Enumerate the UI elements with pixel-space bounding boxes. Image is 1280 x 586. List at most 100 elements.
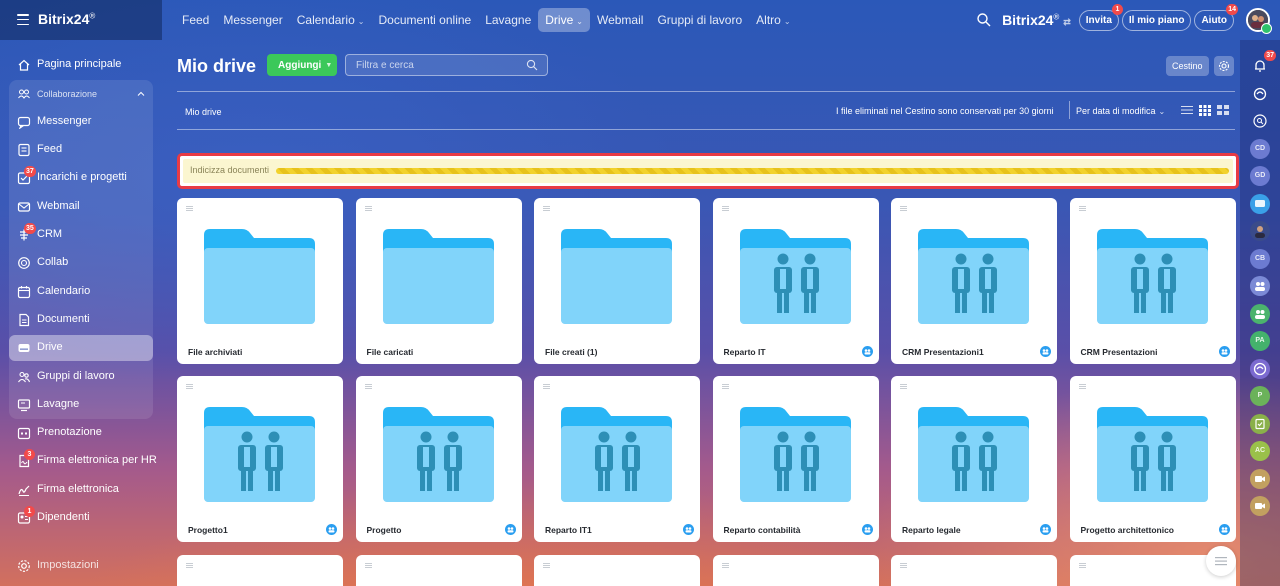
sidebar-item-feed[interactable]: Feed (9, 137, 153, 163)
folder-tile[interactable] (355, 555, 522, 586)
topnav-gruppi-di-lavoro[interactable]: Gruppi di lavoro (650, 8, 749, 32)
folder-tile[interactable]: Progetto (355, 376, 522, 542)
tile-menu-icon[interactable] (900, 384, 907, 389)
topnav-messenger[interactable]: Messenger (216, 8, 289, 32)
rail-avatar-photo[interactable] (1250, 221, 1270, 241)
topnav-documenti-online[interactable]: Documenti online (371, 8, 478, 32)
folder-tile[interactable] (891, 555, 1057, 586)
sidebar-item-collab[interactable]: Collab (9, 250, 153, 276)
topnav-feed[interactable]: Feed (175, 8, 216, 32)
tile-menu-icon[interactable] (186, 206, 193, 211)
folder-tile[interactable]: File archiviati (177, 198, 343, 364)
rail-avatar-pa[interactable]: PA (1250, 331, 1270, 351)
sidebar-item-pagina-principale[interactable]: Pagina principale (9, 52, 153, 78)
topnav-altro[interactable]: Altro ⌄ (749, 8, 797, 32)
rail-chat-icon[interactable] (1250, 193, 1270, 214)
folder-tile[interactable]: Reparto contabilità (712, 376, 879, 542)
folder-tile[interactable] (177, 555, 343, 586)
folder-tile[interactable]: File caricati (355, 198, 522, 364)
feedback-menu-button[interactable] (1206, 546, 1236, 576)
trash-button[interactable]: Cestino (1166, 56, 1209, 76)
folder-tile[interactable] (534, 555, 700, 586)
sidebar-item-messenger[interactable]: Messenger (9, 109, 153, 135)
tile-menu-icon[interactable] (543, 563, 550, 568)
switch-icon[interactable]: ⇄ (1063, 17, 1071, 27)
tile-menu-icon[interactable] (721, 563, 729, 568)
list-view-icon[interactable] (1181, 104, 1193, 116)
large-tiles-view-icon[interactable] (1217, 104, 1229, 116)
tile-menu-icon[interactable] (1078, 563, 1086, 568)
rail-copilot-icon-2[interactable] (1250, 358, 1270, 379)
rail-group-icon-1[interactable] (1250, 276, 1270, 296)
sidebar-item-calendario[interactable]: Calendario (9, 279, 153, 305)
add-button[interactable]: Aggiungi ▼ (267, 54, 337, 76)
rail-video-icon-1[interactable] (1250, 468, 1270, 489)
topnav-lavagne[interactable]: Lavagne (478, 8, 538, 32)
tile-menu-icon[interactable] (364, 563, 372, 568)
tile-menu-icon[interactable] (900, 563, 907, 568)
rail-avatar-cd[interactable]: CD (1250, 138, 1270, 159)
invite-button[interactable]: Invita 1 (1078, 3, 1123, 31)
rail-notifications-icon[interactable]: 37 (1250, 50, 1276, 76)
chevron-up-icon[interactable] (137, 90, 145, 98)
sidebar-item-drive[interactable]: Drive (9, 335, 153, 362)
search-icon[interactable] (526, 59, 538, 71)
search-icon[interactable] (976, 12, 992, 28)
sidebar-item-lavagne[interactable]: Lavagne (9, 392, 153, 418)
sidebar-item-collaborazione[interactable]: Collaborazione (9, 81, 153, 107)
sidebar-item-dipendenti[interactable]: 1 Dipendenti (9, 505, 153, 531)
help-button[interactable]: Aiuto 14 (1194, 3, 1238, 31)
rail-video-icon-2[interactable] (1250, 496, 1270, 516)
tile-menu-icon[interactable] (543, 384, 550, 389)
menu-burger-icon[interactable] (17, 14, 29, 26)
rail-copilot-icon[interactable] (1250, 84, 1270, 104)
topnav-webmail[interactable]: Webmail (590, 8, 650, 32)
folder-tile[interactable]: File creati (1) (534, 198, 700, 364)
sidebar-item-prenotazione[interactable]: Prenotazione (9, 420, 153, 446)
folder-tile[interactable]: Reparto legale (891, 376, 1057, 542)
rail-group-icon-2[interactable] (1250, 303, 1270, 324)
grid-view-icon[interactable] (1199, 104, 1211, 116)
sidebar-item-firma-elettronica-per-hr[interactable]: 3 Firma elettronica per HR (9, 448, 157, 474)
sort-dropdown[interactable]: Per data di modifica ⌄ (1076, 106, 1165, 116)
shared-folder-icon (1096, 229, 1208, 324)
topnav-drive[interactable]: Drive ⌄ (538, 8, 590, 32)
tile-menu-icon[interactable] (900, 206, 907, 211)
folder-tile[interactable]: Reparto IT1 (534, 376, 700, 542)
rail-tasks-icon[interactable] (1250, 413, 1270, 434)
breadcrumb[interactable]: Mio drive (185, 107, 222, 117)
folder-tile[interactable]: Progetto1 (177, 376, 343, 542)
tile-menu-icon[interactable] (1078, 206, 1086, 211)
rail-avatar-p[interactable]: P (1250, 386, 1270, 406)
rail-avatar-gd[interactable]: GD (1250, 166, 1270, 186)
folder-tile[interactable]: CRM Presentazioni1 (891, 198, 1057, 364)
rail-avatar-ac[interactable]: AC (1250, 441, 1270, 461)
rail-search-chat-icon[interactable] (1250, 111, 1270, 131)
tile-menu-icon[interactable] (364, 384, 372, 389)
tile-menu-icon[interactable] (721, 384, 729, 389)
folder-tile[interactable] (712, 555, 879, 586)
filter-search-input[interactable]: Filtra e cerca (345, 54, 548, 76)
tile-menu-icon[interactable] (543, 206, 550, 211)
sidebar-item-firma-elettronica[interactable]: Firma elettronica (9, 477, 153, 503)
topnav-calendario[interactable]: Calendario ⌄ (290, 8, 372, 32)
user-avatar[interactable] (1246, 8, 1272, 34)
folder-tile[interactable]: Progetto architettonico (1069, 376, 1236, 542)
sidebar-item-gruppi-di-lavoro[interactable]: Gruppi di lavoro (9, 364, 153, 390)
folder-tile[interactable]: Reparto IT (712, 198, 879, 364)
app-logo[interactable]: Bitrix24® (38, 11, 95, 27)
tile-menu-icon[interactable] (721, 206, 729, 211)
folder-tile[interactable]: CRM Presentazioni (1069, 198, 1236, 364)
sidebar-item-documenti[interactable]: Documenti (9, 307, 153, 333)
sidebar-item-crm[interactable]: 35 CRM (9, 222, 153, 248)
tile-menu-icon[interactable] (1078, 384, 1086, 389)
sidebar-item-settings[interactable]: Impostazioni (9, 553, 153, 579)
tile-menu-icon[interactable] (186, 384, 193, 389)
rail-avatar-cb[interactable]: CB (1250, 248, 1270, 269)
tile-menu-icon[interactable] (186, 563, 193, 568)
tile-menu-icon[interactable] (364, 206, 372, 211)
drive-settings-button[interactable] (1214, 56, 1234, 76)
sidebar-item-incarichi-e-progetti[interactable]: 37 Incarichi e progetti (9, 165, 153, 191)
sidebar-item-webmail[interactable]: Webmail (9, 194, 153, 220)
my-plan-button[interactable]: Il mio piano (1121, 9, 1192, 31)
